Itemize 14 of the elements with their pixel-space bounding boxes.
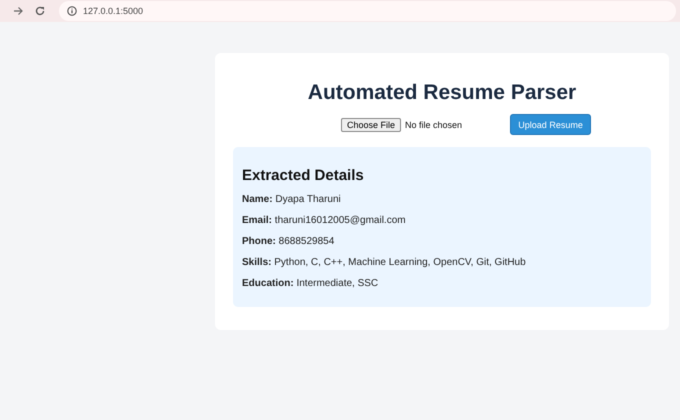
choose-file-button[interactable]: Choose File [341, 118, 402, 132]
reload-icon[interactable] [35, 6, 45, 16]
forward-icon[interactable] [13, 6, 23, 16]
page-title: Automated Resume Parser [308, 81, 576, 105]
detail-line: Education: Intermediate, SSC [242, 278, 380, 290]
address-bar[interactable]: 127.0.0.1:5000 [59, 1, 676, 21]
section-heading: Extracted Details [242, 167, 365, 184]
detail-line: Skills: Python, C, C++, Machine Learning, OpenCV, Git, GitHub [242, 257, 527, 269]
info-icon[interactable] [67, 6, 77, 16]
file-status: No file chosen [405, 120, 462, 130]
detail-line: Phone: 8688529854 [242, 236, 336, 248]
upload-button[interactable]: Upload Resume [510, 114, 592, 135]
detail-line: Email: tharuni16012005@gmail.com [242, 215, 407, 227]
detail-line: Name: Dyapa Tharuni [242, 194, 342, 206]
